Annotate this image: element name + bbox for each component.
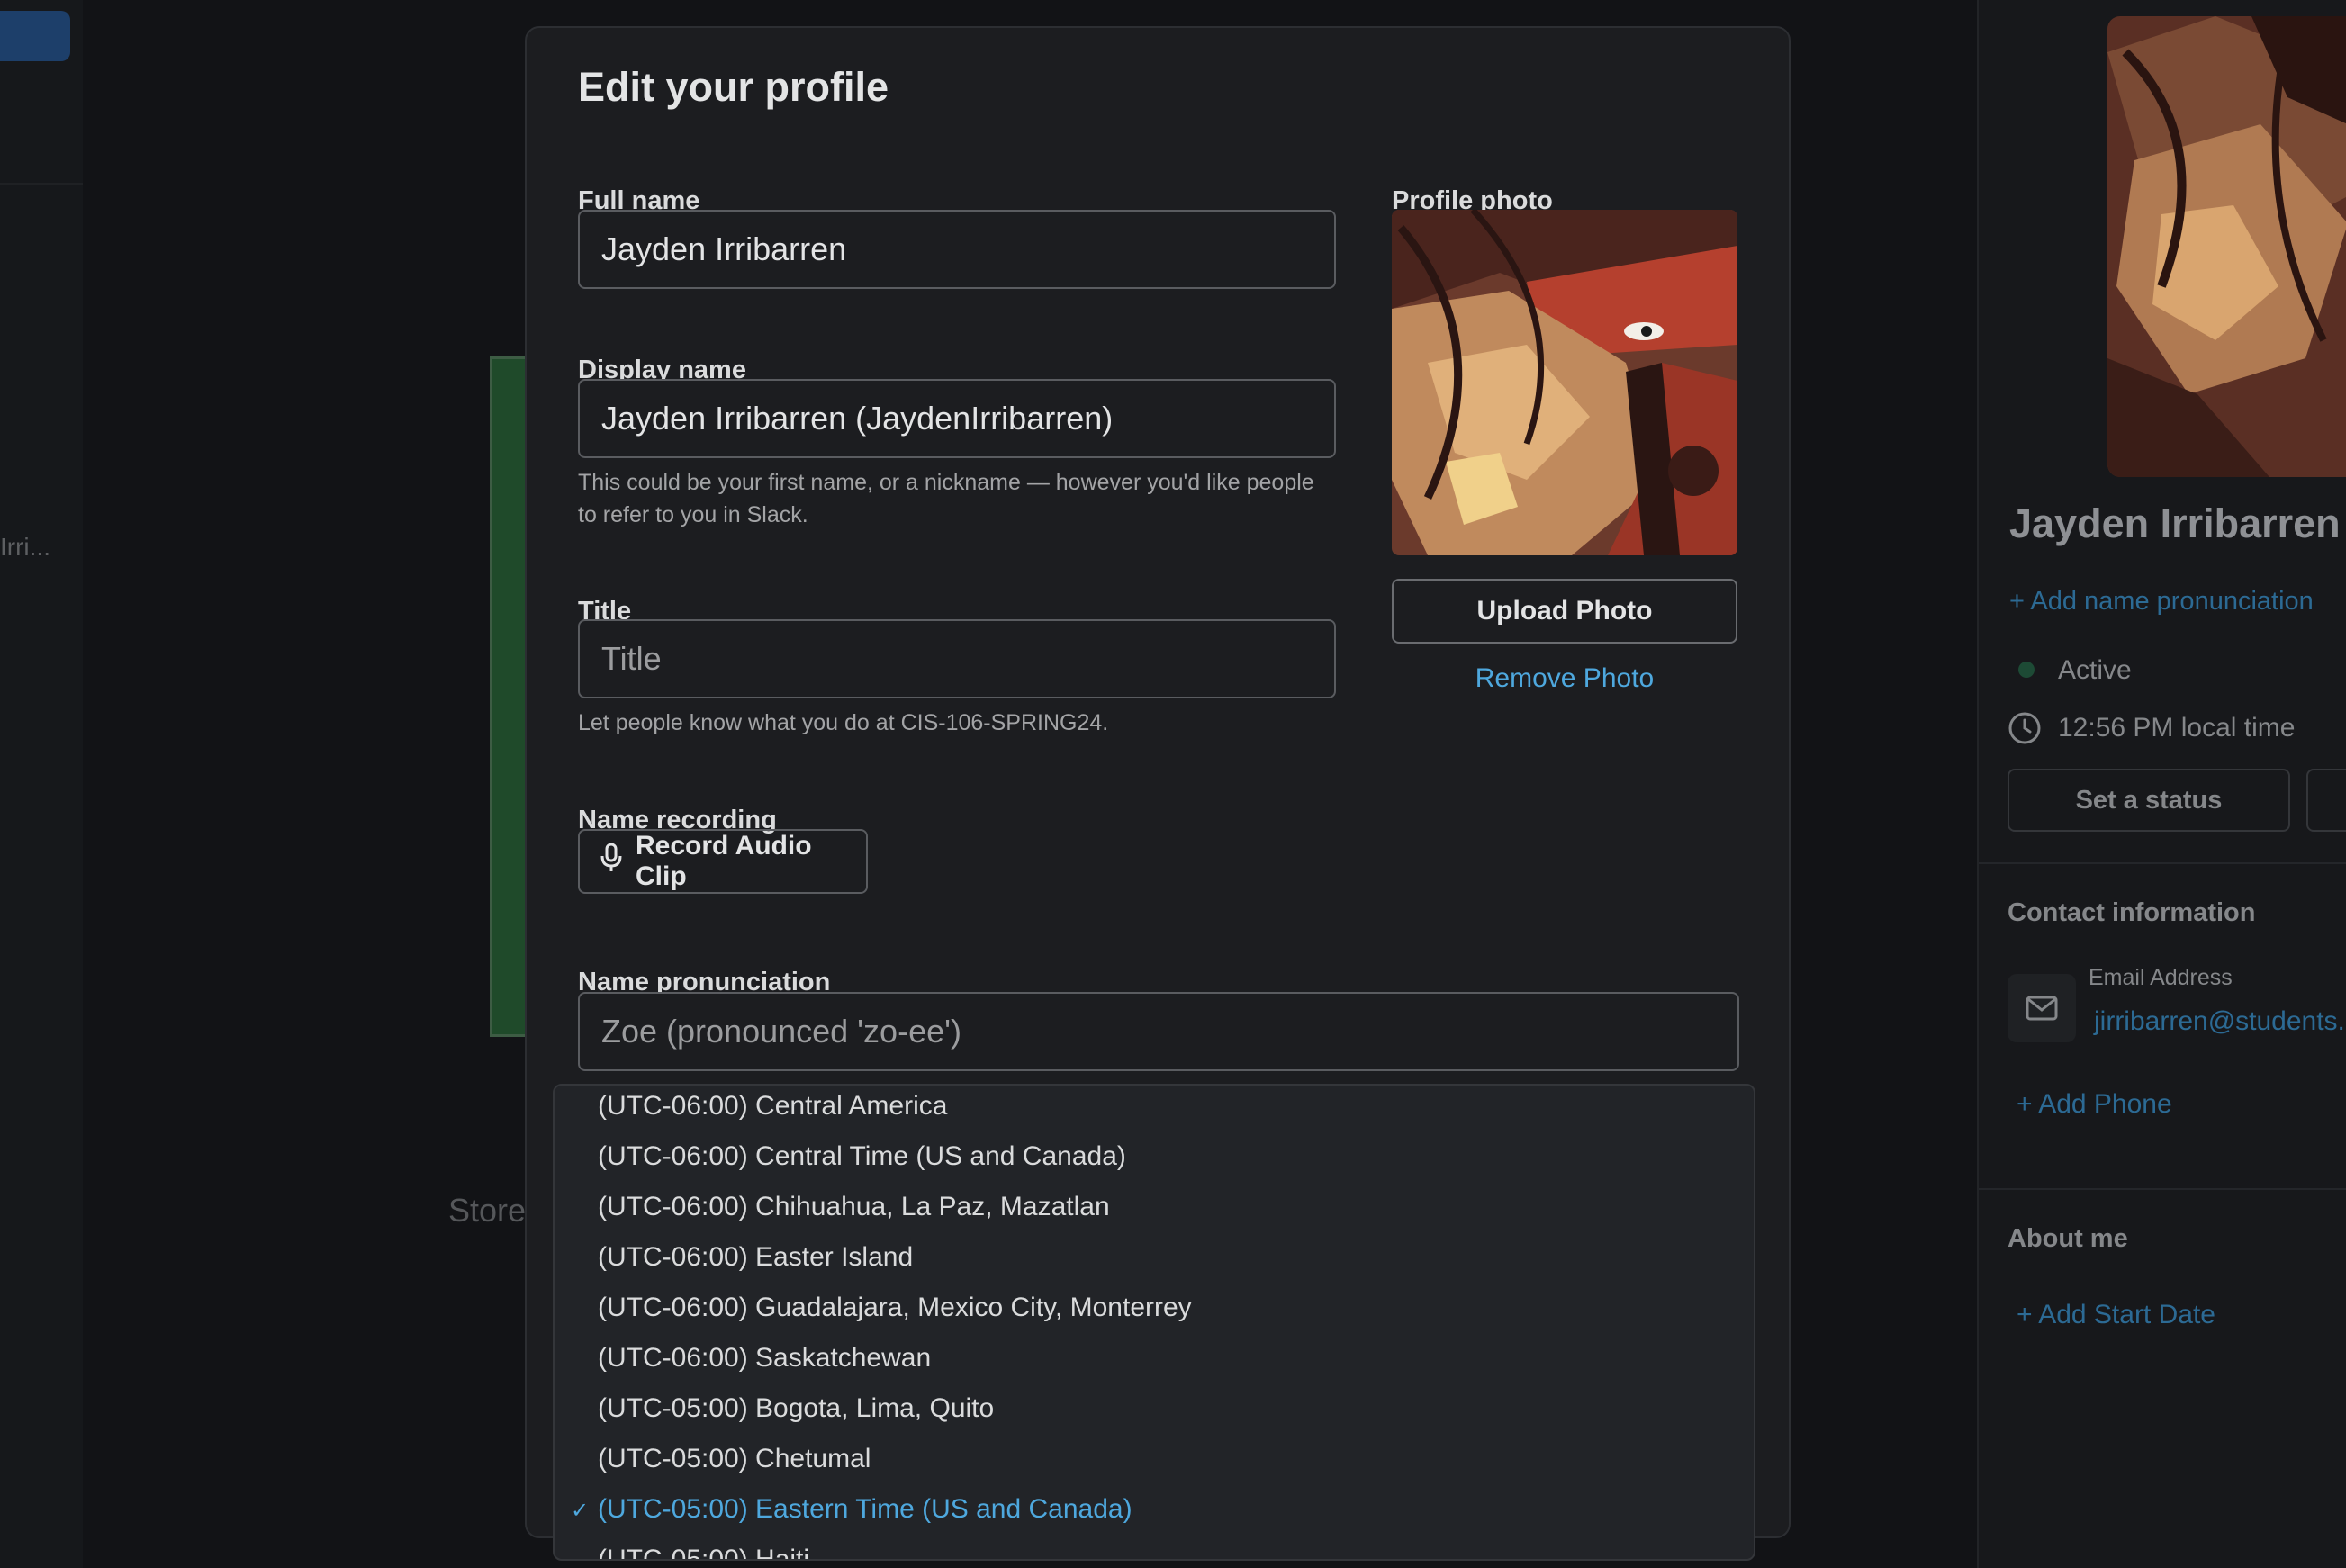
- email-icon: [2008, 974, 2076, 1042]
- display-name-input[interactable]: Jayden Irribarren (JaydenIrribarren): [578, 379, 1336, 458]
- panel-divider: [1979, 1188, 2346, 1190]
- email-address-link[interactable]: jirribarren@students.p: [2094, 1006, 2346, 1037]
- add-phone-link[interactable]: + Add Phone: [2017, 1089, 2172, 1120]
- full-name-input[interactable]: Jayden Irribarren: [578, 210, 1336, 289]
- about-me-heading: About me: [2008, 1224, 2128, 1253]
- display-name-hint-line1: This could be your first name, or a nick…: [578, 470, 1314, 495]
- set-status-button[interactable]: Set a status: [2008, 769, 2290, 832]
- add-start-date-link[interactable]: + Add Start Date: [2017, 1300, 2215, 1330]
- name-pronunciation-input[interactable]: Zoe (pronounced 'zo-ee'): [578, 992, 1739, 1071]
- timezone-option[interactable]: (UTC-06:00) Easter Island: [598, 1242, 913, 1273]
- profile-photo-image: [1392, 210, 1737, 555]
- timezone-option[interactable]: (UTC-05:00) Haiti: [598, 1545, 809, 1559]
- contact-information-heading: Contact information: [2008, 898, 2256, 927]
- timezone-option[interactable]: (UTC-06:00) Guadalajara, Mexico City, Mo…: [598, 1293, 1192, 1323]
- upload-photo-button[interactable]: Upload Photo: [1392, 579, 1737, 644]
- timezone-option[interactable]: (UTC-05:00) Eastern Time (US and Canada): [598, 1494, 1132, 1525]
- sidebar-divider: [0, 183, 83, 185]
- record-audio-clip-label: Record Audio Clip: [636, 831, 812, 891]
- active-status-dot: [2018, 662, 2035, 678]
- active-status-text: Active: [2058, 655, 2132, 685]
- panel-divider: [1979, 862, 2346, 864]
- timezone-option[interactable]: (UTC-06:00) Chihuahua, La Paz, Mazatlan: [598, 1192, 1110, 1222]
- add-name-pronunciation-link[interactable]: + Add name pronunciation: [2009, 587, 2314, 617]
- timezone-option[interactable]: (UTC-06:00) Central America: [598, 1091, 947, 1122]
- timezone-option[interactable]: (UTC-06:00) Saskatchewan: [598, 1343, 931, 1374]
- profile-side-panel: Jayden Irribarren + Add name pronunciati…: [1977, 0, 2346, 1568]
- record-audio-clip-button[interactable]: Record Audio Clip: [578, 829, 868, 894]
- clock-icon: [2008, 711, 2042, 750]
- timezone-option[interactable]: (UTC-06:00) Central Time (US and Canada): [598, 1141, 1126, 1172]
- timezone-option[interactable]: (UTC-05:00) Bogota, Lima, Quito: [598, 1393, 994, 1424]
- checkmark-icon: ✓: [571, 1499, 590, 1523]
- title-input[interactable]: Title: [578, 619, 1336, 698]
- timezone-dropdown-menu[interactable]: (UTC-06:00) Central America (UTC-06:00) C…: [553, 1084, 1755, 1561]
- background-store-text: Store: [448, 1192, 527, 1229]
- sidebar-truncated-label: Irri...: [0, 533, 50, 561]
- modal-title: Edit your profile: [578, 64, 889, 110]
- local-time-text: 12:56 PM local time: [2058, 713, 2296, 743]
- timezone-option[interactable]: (UTC-05:00) Chetumal: [598, 1444, 871, 1474]
- title-hint: Let people know what you do at CIS-106-S…: [578, 710, 1109, 735]
- profile-panel-name: Jayden Irribarren: [2009, 500, 2341, 546]
- more-actions-button[interactable]: [2306, 769, 2346, 832]
- compose-button[interactable]: [0, 11, 70, 61]
- display-name-hint-line2: to refer to you in Slack.: [578, 502, 808, 527]
- remove-photo-link[interactable]: Remove Photo: [1392, 663, 1737, 694]
- profile-panel-photo: [2107, 16, 2346, 477]
- left-sidebar: [0, 0, 83, 1568]
- microphone-icon: [600, 843, 623, 880]
- email-address-label: Email Address: [2089, 965, 2233, 990]
